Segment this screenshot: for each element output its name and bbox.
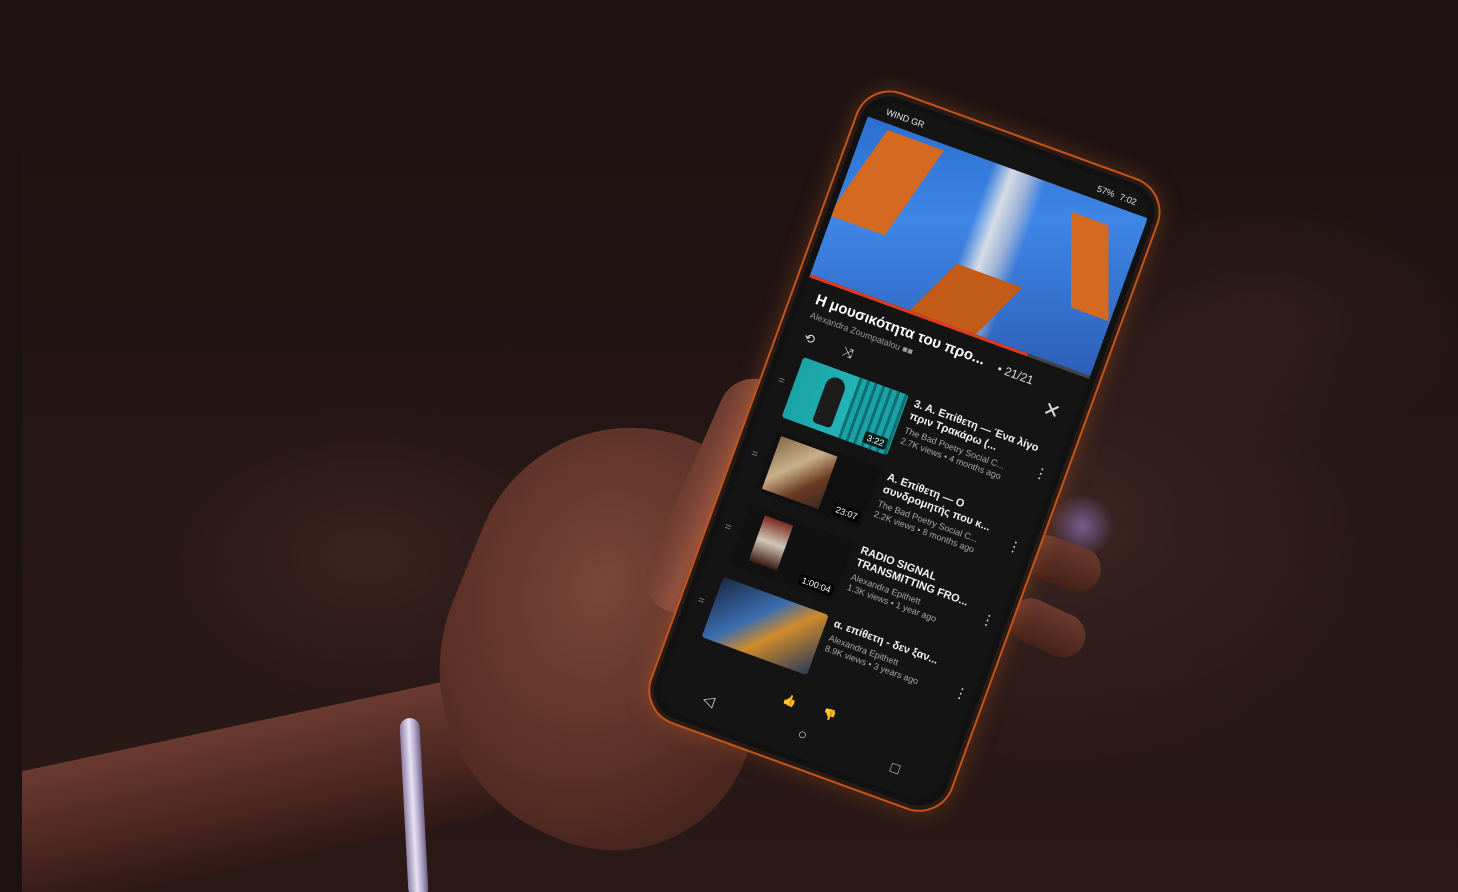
video-art-shape	[1070, 211, 1109, 322]
battery-label: 57%	[1095, 183, 1117, 200]
back-icon[interactable]: ◁	[700, 690, 717, 711]
like-icon[interactable]: 👍	[781, 692, 798, 709]
playlist-owner-tag: ■■	[900, 343, 915, 357]
video-caption	[879, 203, 1067, 271]
home-icon[interactable]: ○	[795, 725, 809, 744]
video-caption-line	[879, 203, 1067, 271]
repeat-icon[interactable]: ⟲	[802, 330, 817, 349]
recents-icon[interactable]: □	[888, 759, 902, 778]
shuffle-icon[interactable]: ⤨	[840, 344, 855, 363]
dislike-icon[interactable]: 👎	[821, 706, 838, 723]
duration-badge: 3:22	[862, 430, 889, 451]
duration-badge: 23:07	[830, 502, 862, 524]
video-art-shape	[828, 130, 944, 236]
clock-label: 7:02	[1118, 191, 1139, 208]
photo-frame: WIND GR 57% 7:02 Η μουσικότητα του προ..…	[22, 6, 1458, 892]
video-caption-line	[879, 203, 1067, 271]
duration-badge: 1:00:04	[797, 573, 836, 597]
